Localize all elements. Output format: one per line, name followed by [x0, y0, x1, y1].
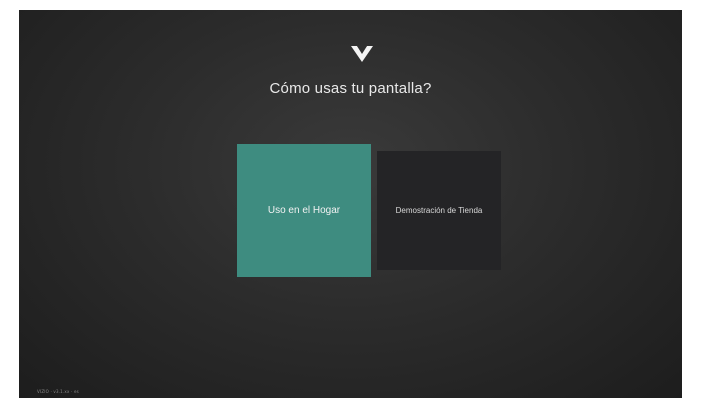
home-use-option-label: Uso en el Hogar — [267, 205, 341, 216]
setup-screen: Cómo usas tu pantalla? Uso en el Hogar D… — [19, 10, 682, 398]
home-use-option-button[interactable]: Uso en el Hogar — [237, 144, 371, 277]
vizio-v-icon — [351, 46, 373, 62]
page-title: Cómo usas tu pantalla? — [269, 80, 432, 97]
store-demo-option-label: Demostración de Tienda — [395, 205, 483, 215]
footer-info: VIZIO · v3.1.xx · es — [37, 389, 79, 394]
store-demo-option-button[interactable]: Demostración de Tienda — [377, 151, 501, 270]
